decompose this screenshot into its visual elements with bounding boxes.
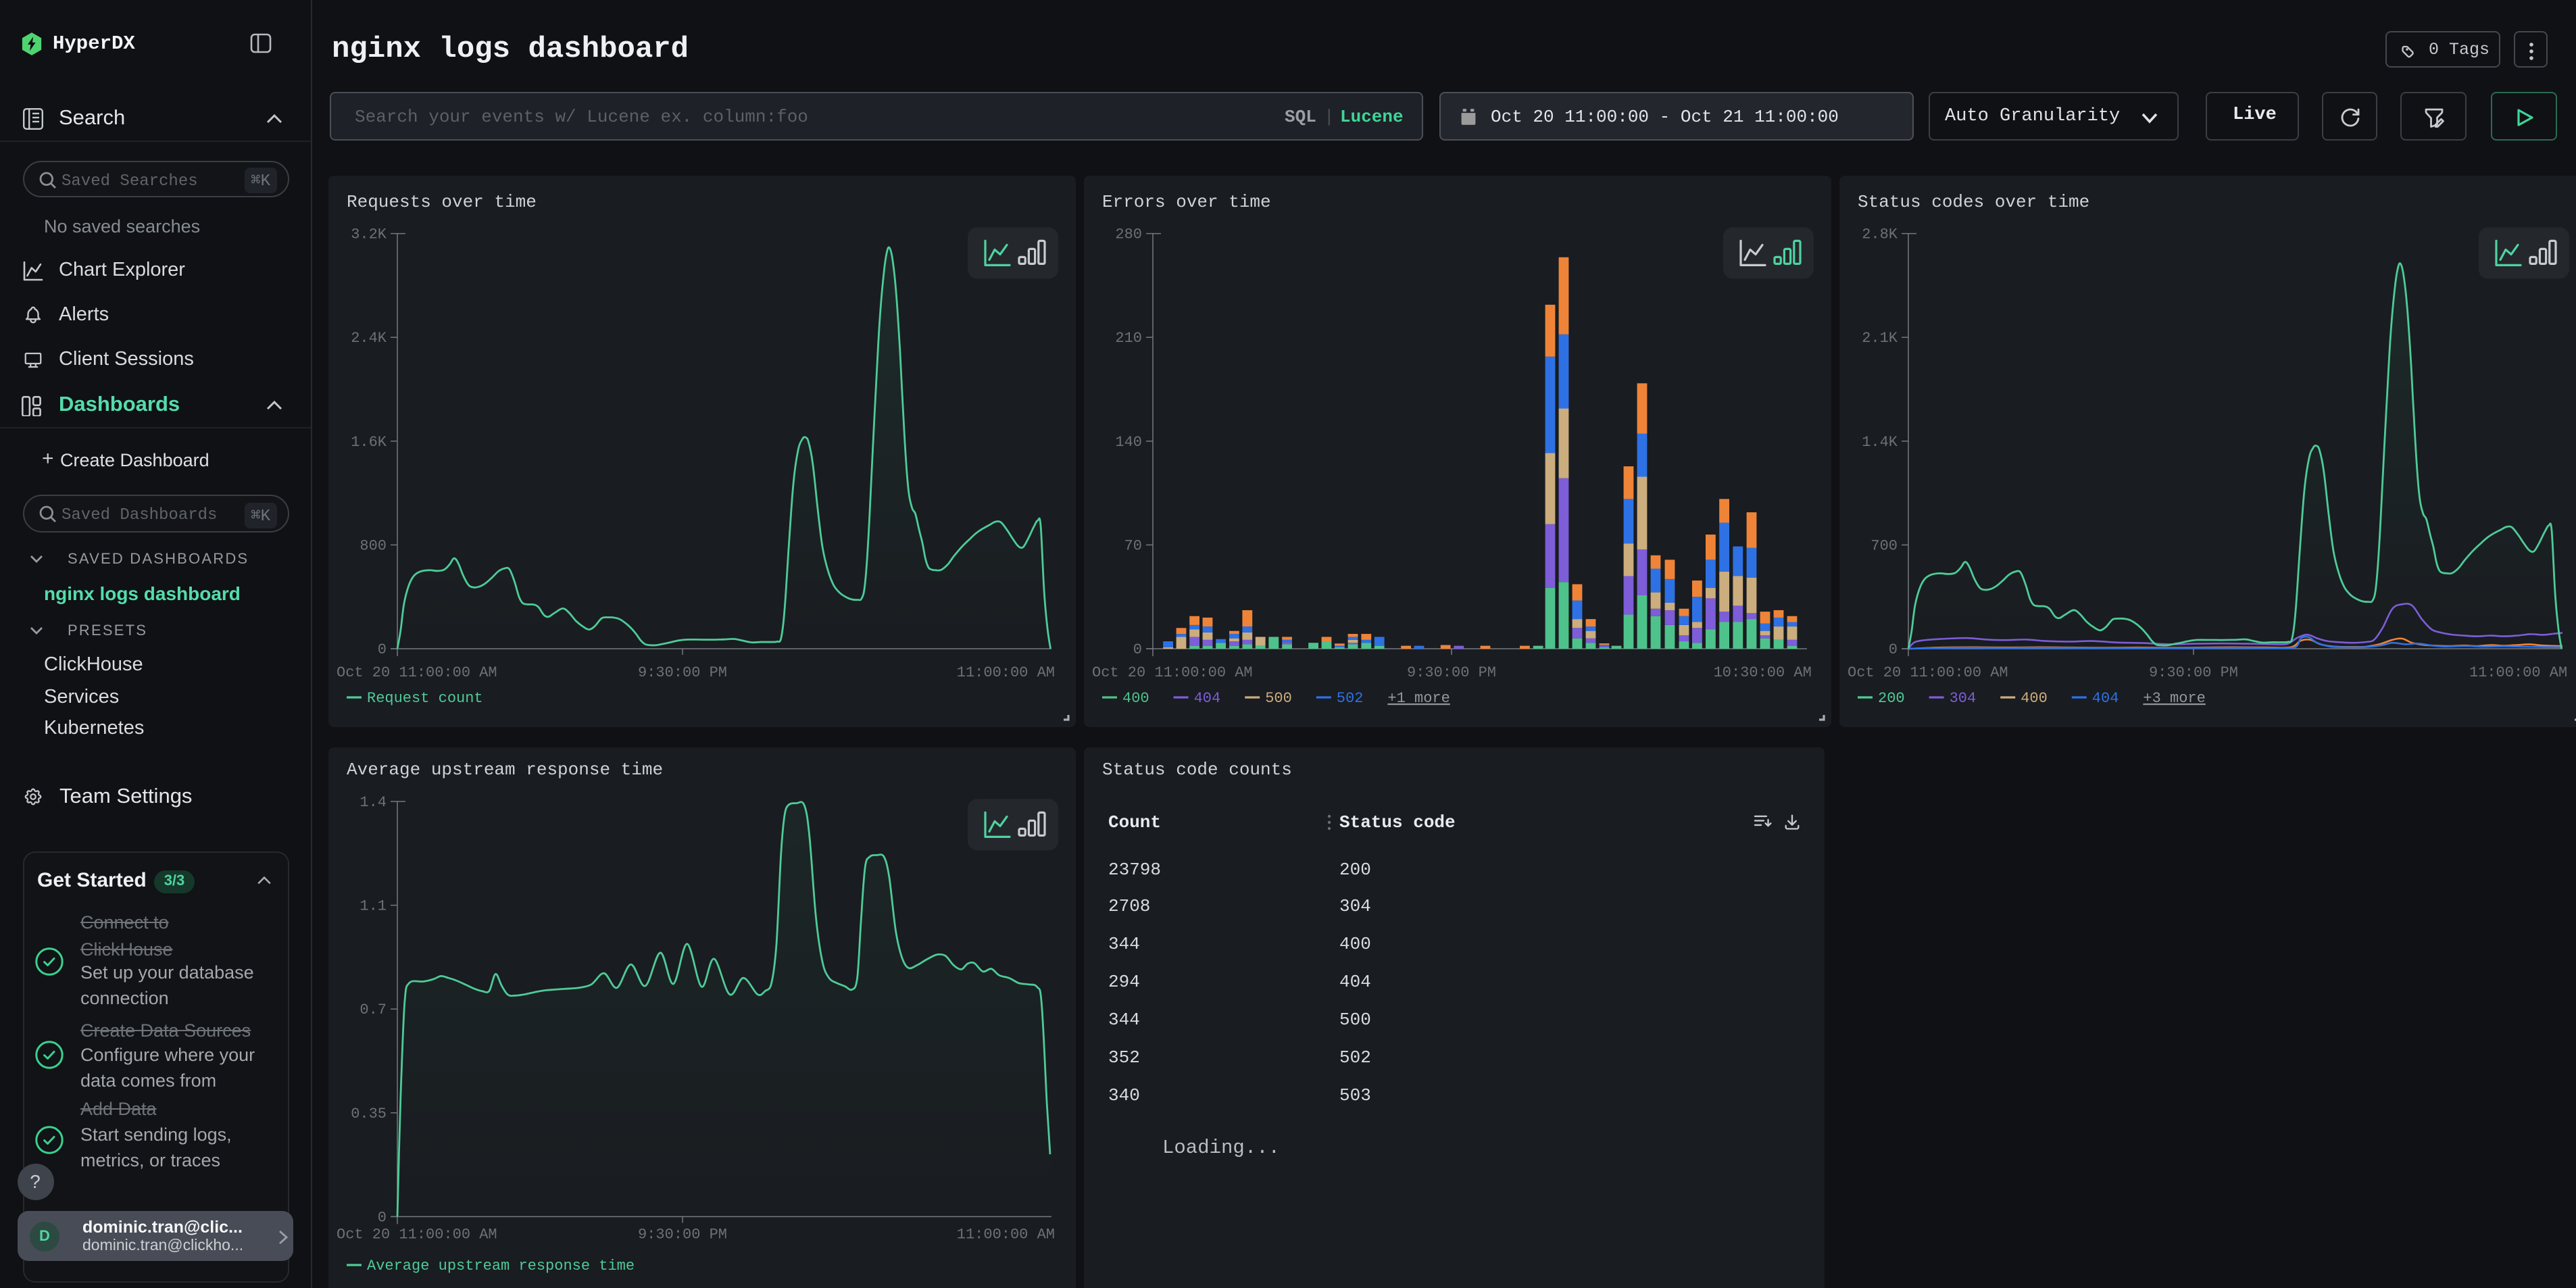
svg-text:3.2K: 3.2K [351, 226, 387, 243]
svg-text:+3 more: +3 more [2143, 690, 2205, 707]
svg-text:9:30:00 PM: 9:30:00 PM [638, 1227, 727, 1243]
svg-text:1.1: 1.1 [360, 898, 387, 915]
svg-text:70: 70 [1124, 537, 1142, 554]
svg-text:500: 500 [1265, 690, 1292, 707]
svg-text:400: 400 [1122, 690, 1149, 707]
svg-text:Status codes over time: Status codes over time [1858, 192, 2089, 212]
svg-text:0: 0 [378, 1209, 387, 1226]
svg-text:800: 800 [360, 537, 387, 554]
svg-text:11:00:00 AM: 11:00:00 AM [2469, 664, 2567, 681]
svg-text:0: 0 [1889, 641, 1898, 658]
svg-text:Oct 20 11:00:00 AM: Oct 20 11:00:00 AM [1848, 664, 2008, 681]
svg-text:1.4: 1.4 [360, 794, 387, 811]
svg-text:9:30:00 PM: 9:30:00 PM [2149, 664, 2238, 681]
svg-text:502: 502 [1337, 690, 1364, 707]
svg-text:280: 280 [1115, 226, 1142, 243]
svg-text:+1 more: +1 more [1387, 690, 1450, 707]
svg-text:0: 0 [1133, 641, 1142, 658]
svg-text:0.35: 0.35 [351, 1106, 387, 1122]
svg-text:Average upstream response time: Average upstream response time [367, 1258, 635, 1274]
svg-text:0: 0 [378, 641, 387, 658]
svg-text:404: 404 [1194, 690, 1221, 707]
svg-text:700: 700 [1871, 537, 1898, 554]
svg-text:Request count: Request count [367, 690, 483, 707]
svg-text:Errors over time: Errors over time [1102, 192, 1271, 212]
svg-text:210: 210 [1115, 330, 1142, 347]
svg-text:11:00:00 AM: 11:00:00 AM [957, 1227, 1055, 1243]
svg-text:9:30:00 PM: 9:30:00 PM [638, 664, 727, 681]
svg-text:10:30:00 AM: 10:30:00 AM [1714, 664, 1812, 681]
svg-text:140: 140 [1115, 434, 1142, 451]
svg-text:304: 304 [1950, 690, 1977, 707]
svg-text:200: 200 [1878, 690, 1905, 707]
svg-text:Oct 20 11:00:00 AM: Oct 20 11:00:00 AM [1092, 664, 1253, 681]
svg-text:1.6K: 1.6K [351, 434, 387, 451]
svg-text:2.1K: 2.1K [1862, 330, 1898, 347]
svg-text:2.8K: 2.8K [1862, 226, 1898, 243]
svg-text:Oct 20 11:00:00 AM: Oct 20 11:00:00 AM [337, 664, 497, 681]
svg-text:0.7: 0.7 [360, 1001, 387, 1018]
svg-text:400: 400 [2021, 690, 2048, 707]
svg-text:1.4K: 1.4K [1862, 434, 1898, 451]
svg-text:11:00:00 AM: 11:00:00 AM [957, 664, 1055, 681]
svg-text:Requests over time: Requests over time [347, 192, 537, 212]
svg-text:2.4K: 2.4K [351, 330, 387, 347]
svg-text:Oct 20 11:00:00 AM: Oct 20 11:00:00 AM [337, 1227, 497, 1243]
svg-text:404: 404 [2092, 690, 2119, 707]
svg-text:Average upstream response time: Average upstream response time [347, 760, 663, 780]
svg-text:9:30:00 PM: 9:30:00 PM [1407, 664, 1496, 681]
